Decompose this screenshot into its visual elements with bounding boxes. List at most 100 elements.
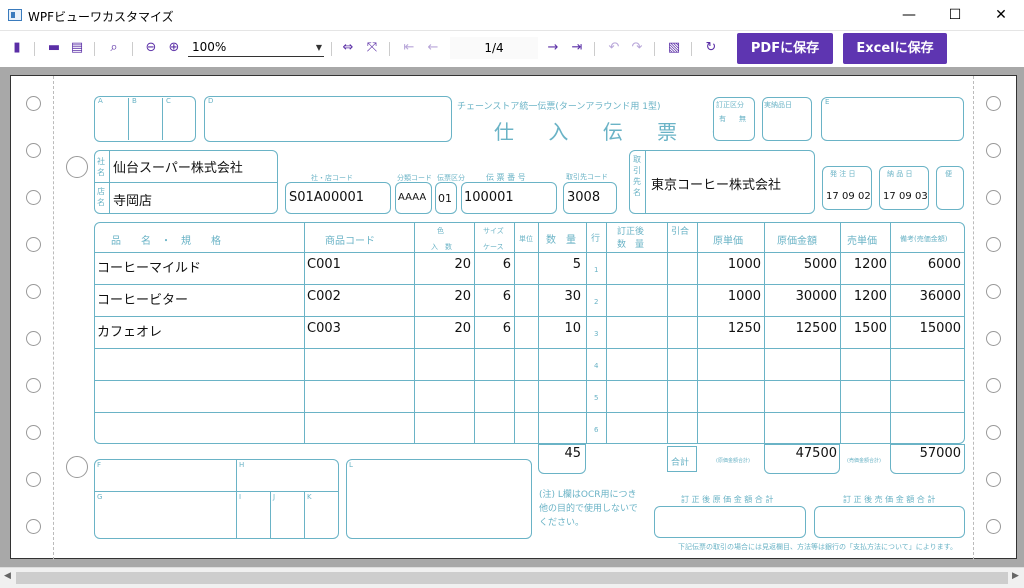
divider bbox=[697, 222, 698, 444]
slip-page: A B C D チェーンストア統一伝票(ターンアラウンド用 1型) 仕 入 伝 … bbox=[10, 75, 1017, 560]
page-setup-icon[interactable]: ▤ bbox=[69, 39, 85, 57]
order-year: 17 bbox=[826, 191, 839, 202]
close-button[interactable]: ✕ bbox=[978, 0, 1024, 31]
order-day: 02 bbox=[858, 191, 871, 202]
divider bbox=[606, 222, 607, 444]
minimize-button[interactable]: — bbox=[886, 0, 932, 31]
page-number-input[interactable]: 1/4 bbox=[450, 37, 538, 59]
divider bbox=[474, 222, 475, 444]
company-name: 仙台スーパー株式会社 bbox=[113, 161, 243, 176]
refresh-icon[interactable]: ↻ bbox=[703, 39, 719, 57]
last-page-icon[interactable]: ⇥ bbox=[569, 39, 585, 57]
divider bbox=[94, 348, 965, 349]
label-corrected-sell-total: 訂 正 後 売 価 金 額 合 計 bbox=[843, 495, 936, 504]
header-remark: 備考(売価金額) bbox=[900, 235, 948, 243]
feed-hole bbox=[986, 378, 1001, 393]
divider bbox=[414, 222, 415, 444]
label-vendor: 取引先名 bbox=[633, 155, 641, 197]
row-name: カフェオレ bbox=[97, 325, 163, 340]
document-viewer[interactable]: A B C D チェーンストア統一伝票(ターンアラウンド用 1型) 仕 入 伝 … bbox=[0, 67, 1024, 567]
label-corrected-cost-total: 訂 正 後 原 価 金 額 合 計 bbox=[681, 495, 774, 504]
save-pdf-button[interactable]: PDFに保存 bbox=[737, 33, 833, 64]
print-icon[interactable]: ▬ bbox=[46, 39, 62, 57]
feed-hole bbox=[986, 284, 1001, 299]
row-number: 2 bbox=[594, 298, 599, 306]
separator bbox=[94, 42, 95, 56]
scroll-left-icon[interactable]: ◀ bbox=[4, 571, 11, 581]
divider bbox=[94, 252, 965, 253]
total-qty: 45 bbox=[564, 446, 581, 461]
label-f: F bbox=[97, 461, 102, 469]
row-cost-amount: 5000 bbox=[803, 257, 837, 272]
store-name: 寺岡店 bbox=[113, 194, 153, 209]
fit-width-icon[interactable]: ⇔ bbox=[340, 39, 356, 57]
row-irisuu: 20 bbox=[454, 289, 471, 304]
divider bbox=[764, 222, 765, 444]
fit-page-icon[interactable]: ⤧ bbox=[364, 39, 380, 57]
next-page-icon[interactable]: → bbox=[545, 39, 561, 57]
prev-page-icon[interactable]: ← bbox=[425, 39, 441, 57]
row-name: コーヒービター bbox=[97, 293, 189, 308]
separator bbox=[132, 42, 133, 56]
maximize-button[interactable]: ☐ bbox=[932, 0, 978, 31]
row-qty: 5 bbox=[572, 257, 581, 272]
feed-hole bbox=[986, 331, 1001, 346]
sidebar-icon[interactable]: ▮ bbox=[9, 39, 25, 57]
divider bbox=[94, 316, 965, 317]
label-company: 社名 bbox=[97, 157, 105, 177]
label-order-date: 発 注 日 bbox=[830, 170, 856, 178]
label-d: D bbox=[208, 97, 214, 105]
zoom-in-icon[interactable]: ⊕ bbox=[166, 39, 182, 57]
zoom-select[interactable]: 100% ▼ bbox=[188, 39, 324, 57]
export-icon[interactable]: ▧ bbox=[666, 39, 682, 57]
row-sell-amount: 6000 bbox=[927, 257, 961, 272]
separator bbox=[654, 42, 655, 56]
class-code: AAAA bbox=[398, 192, 427, 203]
label-g: G bbox=[97, 493, 103, 501]
divider bbox=[109, 150, 110, 214]
row-irisuu: 20 bbox=[454, 321, 471, 336]
feed-hole bbox=[986, 237, 1001, 252]
redo-icon[interactable]: ↷ bbox=[629, 39, 645, 57]
header-hikiai: 引合 bbox=[671, 227, 690, 237]
label-yes: 有 bbox=[719, 115, 726, 123]
search-icon[interactable]: ⌕ bbox=[106, 39, 122, 57]
undo-icon[interactable]: ↶ bbox=[606, 39, 622, 57]
header-color: 色 bbox=[437, 227, 444, 235]
corrected-cost-total-box bbox=[654, 506, 806, 538]
save-excel-button[interactable]: Excelに保存 bbox=[843, 33, 947, 64]
row-cost-unit: 1250 bbox=[727, 321, 761, 336]
scroll-right-icon[interactable]: ▶ bbox=[1012, 571, 1019, 581]
form-title: 仕 入 伝 票 ① bbox=[494, 120, 744, 144]
separator bbox=[691, 42, 692, 56]
row-cost-amount: 12500 bbox=[795, 321, 837, 336]
sell-total-label: (売価金額合計) bbox=[847, 458, 881, 464]
row-case: 6 bbox=[502, 289, 511, 304]
divider bbox=[236, 459, 237, 539]
feed-hole bbox=[26, 331, 41, 346]
horizontal-scrollbar[interactable]: ◀ ▶ bbox=[0, 567, 1024, 588]
divider bbox=[645, 150, 646, 214]
row-name: コーヒーマイルド bbox=[97, 261, 202, 276]
footer-note: 下記伝票の取引の場合には見返欄目、方法等は銀行の「支払方法について」によります。 bbox=[678, 543, 957, 551]
row-cost-unit: 1000 bbox=[727, 257, 761, 272]
scroll-thumb[interactable] bbox=[16, 572, 1008, 584]
row-code: C001 bbox=[307, 257, 341, 272]
order-month: 09 bbox=[842, 191, 855, 202]
label-h: H bbox=[239, 461, 245, 469]
label-actual-date: 実納品日 bbox=[764, 101, 792, 109]
header-unit: 単位 bbox=[519, 235, 533, 243]
label-i: I bbox=[239, 493, 242, 501]
app-icon bbox=[8, 9, 22, 21]
separator bbox=[34, 42, 35, 56]
row-sell-amount: 36000 bbox=[919, 289, 961, 304]
header-qty: 数 量 bbox=[546, 235, 576, 246]
label-c: C bbox=[166, 97, 171, 105]
feed-hole bbox=[986, 143, 1001, 158]
divider bbox=[128, 98, 129, 140]
zoom-out-icon[interactable]: ⊖ bbox=[143, 39, 159, 57]
zoom-value: 100% bbox=[192, 40, 227, 54]
first-page-icon[interactable]: ⇤ bbox=[401, 39, 417, 57]
total-label: 合計 bbox=[671, 458, 690, 468]
delivery-month: 09 bbox=[899, 191, 912, 202]
